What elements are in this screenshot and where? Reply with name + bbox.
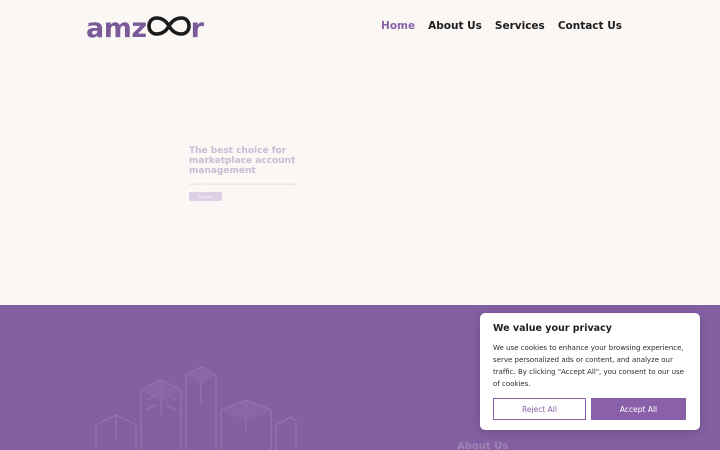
nav-contact-us[interactable]: Contact Us (558, 20, 622, 32)
cookie-description: We use cookies to enhance your browsing … (493, 344, 684, 388)
logo-text-right: r (190, 12, 204, 44)
hero-subtitle: Our set of tools allows your business th… (189, 182, 297, 186)
reject-all-button[interactable]: Reject All (493, 398, 586, 420)
cookie-actions: Reject All Accept All (493, 398, 686, 420)
cookie-title: We value your privacy (493, 323, 612, 334)
site-header: amz r Home About Us Services Contact Us (0, 0, 720, 56)
main-nav: Home About Us Services Contact Us (381, 20, 622, 32)
hero-cta-button[interactable]: Get started (189, 192, 222, 201)
nav-about-us[interactable]: About Us (428, 20, 482, 32)
logo-text-left: amz (86, 12, 147, 44)
hero-title: The best choice for marketplace account … (189, 146, 296, 176)
section-heading: About Us (457, 441, 509, 450)
accept-all-button[interactable]: Accept All (591, 398, 686, 420)
isometric-city-illustration (95, 366, 297, 450)
nav-home[interactable]: Home (381, 20, 415, 32)
hero-section: The best choice for marketplace account … (189, 146, 319, 201)
infinity-icon (146, 15, 192, 41)
site-logo[interactable]: amz r (86, 12, 204, 44)
nav-services[interactable]: Services (495, 20, 545, 32)
cookie-consent-banner: We value your privacy We use cookies to … (480, 313, 700, 430)
